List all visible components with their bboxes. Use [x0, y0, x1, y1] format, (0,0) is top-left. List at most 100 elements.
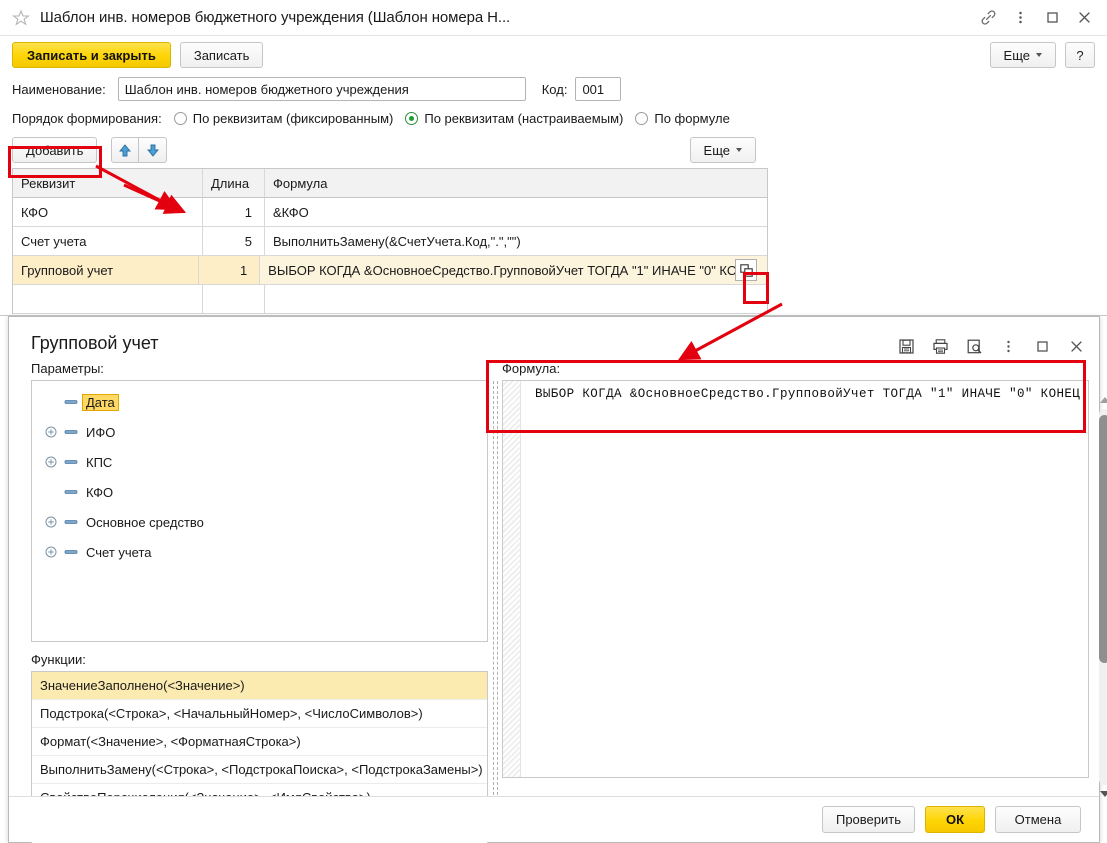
parameter-marker-icon: [60, 425, 82, 439]
link-icon[interactable]: [979, 9, 997, 27]
name-row: Наименование: Код:: [0, 74, 1107, 104]
dialog-body: Параметры: Дата ИФО КПС КФО Основное сре…: [9, 355, 1107, 843]
scroll-up-icon[interactable]: [1100, 397, 1107, 403]
column-header-requisite: Реквизит: [13, 169, 203, 197]
radio-label: По реквизитам (фиксированным): [192, 110, 394, 126]
dialog-footer: Проверить ОК Отмена: [9, 796, 1099, 842]
code-label: Код:: [541, 81, 568, 97]
maximize-icon[interactable]: [1033, 337, 1051, 355]
table-row[interactable]: Счет учета 5 ВыполнитьЗамену(&СчетУчета.…: [13, 227, 767, 256]
expand-plus-icon[interactable]: [42, 426, 60, 438]
list-item[interactable]: Подстрока(<Строка>, <НачальныйНомер>, <Ч…: [32, 700, 487, 728]
tree-item-data[interactable]: Дата: [32, 387, 487, 417]
name-input[interactable]: [117, 77, 526, 101]
print-preview-icon[interactable]: [965, 337, 983, 355]
radio-label: По реквизитам (настраиваемым): [424, 110, 624, 126]
radio-by-requisites-fixed[interactable]: По реквизитам (фиксированным): [173, 110, 394, 126]
expand-plus-icon[interactable]: [42, 546, 60, 558]
help-button[interactable]: ?: [1065, 42, 1095, 68]
tree-item-account[interactable]: Счет учета: [32, 537, 487, 567]
cell-formula-text: ВЫБОР КОГДА &ОсновноеСредство.ГрупповойУ…: [268, 262, 736, 278]
order-row: Порядок формирования: По реквизитам (фик…: [0, 104, 1107, 132]
cell-requisite: КФО: [13, 198, 203, 226]
formula-label: Формула:: [502, 361, 561, 376]
tree-item-kps[interactable]: КПС: [32, 447, 487, 477]
chevron-down-icon: [736, 148, 742, 152]
tree-item-fixed-asset[interactable]: Основное средство: [32, 507, 487, 537]
radio-dot: [405, 111, 419, 125]
scrollbar-thumb[interactable]: [1099, 415, 1107, 663]
table-header-row: Реквизит Длина Формула: [13, 169, 767, 198]
pane-splitter[interactable]: [488, 355, 502, 799]
formula-editor-dialog: Групповой учет Параметры: Дата ИФО КПС К…: [8, 316, 1107, 843]
functions-label: Функции:: [31, 652, 86, 667]
radio-dot: [635, 111, 649, 125]
kebab-menu-icon[interactable]: [999, 337, 1017, 355]
page-title: Шаблон инв. номеров бюджетного учреждени…: [40, 9, 511, 26]
chevron-down-icon: [1036, 53, 1042, 57]
table-row-selected[interactable]: Групповой учет 1 ВЫБОР КОГДА &ОсновноеСр…: [13, 256, 768, 285]
maximize-icon[interactable]: [1043, 9, 1061, 27]
table-toolbar: Добавить Еще: [0, 132, 1107, 168]
editor-gutter: [503, 381, 521, 777]
cell-requisite: [13, 285, 203, 313]
formula-scrollbar[interactable]: [1097, 395, 1107, 799]
more-menu-button[interactable]: Еще: [989, 42, 1056, 68]
arrow-up-icon[interactable]: [111, 137, 140, 163]
save-and-close-button[interactable]: Записать и закрыть: [12, 42, 171, 68]
tree-item-kfo[interactable]: КФО: [32, 477, 487, 507]
save-button[interactable]: Записать: [179, 42, 264, 68]
parameters-pane: Параметры: Дата ИФО КПС КФО Основное сре…: [31, 355, 488, 843]
save-floppy-icon[interactable]: [897, 337, 915, 355]
table-more-menu-button[interactable]: Еще: [689, 137, 756, 163]
check-button[interactable]: Проверить: [821, 806, 915, 833]
star-icon[interactable]: [11, 9, 31, 27]
print-icon[interactable]: [931, 337, 949, 355]
expand-plus-icon[interactable]: [42, 516, 60, 528]
order-label: Порядок формирования:: [12, 110, 162, 126]
radio-by-formula[interactable]: По формуле: [635, 110, 730, 126]
cell-formula: &КФО: [273, 204, 309, 220]
main-window: Шаблон инв. номеров бюджетного учреждени…: [0, 0, 1107, 316]
close-icon[interactable]: [1067, 337, 1085, 355]
list-item[interactable]: ЗначениеЗаполнено(<Значение>): [32, 672, 487, 700]
cancel-button[interactable]: Отмена: [995, 806, 1081, 833]
tree-item-label: Дата: [82, 393, 119, 411]
list-item[interactable]: Формат(<Значение>, <ФорматнаяСтрока>): [32, 728, 487, 756]
formula-pane: Формула: ВЫБОР КОГДА &ОсновноеСредство.Г…: [502, 355, 1107, 799]
window-controls: [979, 9, 1107, 27]
cell-requisite: Групповой учет: [13, 256, 200, 284]
column-header-formula: Формула: [273, 175, 328, 191]
radio-by-requisites-custom[interactable]: По реквизитам (настраиваемым): [405, 111, 623, 126]
tree-item-ifo[interactable]: ИФО: [32, 417, 487, 447]
kebab-menu-icon[interactable]: [1011, 9, 1029, 27]
scroll-down-icon[interactable]: [1100, 791, 1107, 797]
radio-dot: [173, 111, 187, 125]
cell-formula: ВЫБОР КОГДА &ОсновноеСредство.ГрупповойУ…: [260, 256, 768, 284]
formula-input[interactable]: ВЫБОР КОГДА &ОсновноеСредство.ГрупповойУ…: [521, 381, 1088, 777]
tree-item-label: Счет учета: [86, 544, 152, 560]
parameters-tree[interactable]: Дата ИФО КПС КФО Основное средство Счет …: [31, 380, 488, 642]
more-menu-label: Еще: [1003, 47, 1030, 63]
add-row-button[interactable]: Добавить: [12, 137, 98, 163]
name-label: Наименование:: [12, 81, 106, 97]
code-input[interactable]: [575, 77, 622, 101]
radio-label: По формуле: [654, 110, 730, 126]
parameter-marker-icon: [60, 515, 82, 529]
dialog-header: Групповой учет: [9, 317, 1099, 355]
cell-formula: [265, 285, 767, 313]
close-icon[interactable]: [1075, 9, 1093, 27]
command-bar: Записать и закрыть Записать Еще ?: [0, 36, 1107, 74]
expand-plus-icon[interactable]: [42, 456, 60, 468]
cell-length: [203, 285, 265, 313]
dialog-window-controls: [897, 333, 1085, 355]
formula-editor[interactable]: ВЫБОР КОГДА &ОсновноеСредство.ГрупповойУ…: [502, 380, 1090, 778]
list-item[interactable]: ВыполнитьЗамену(<Строка>, <ПодстрокаПоис…: [32, 756, 487, 784]
ok-button[interactable]: ОК: [925, 806, 985, 833]
table-row[interactable]: КФО 1 &КФО: [13, 198, 767, 227]
table-row-empty[interactable]: [13, 285, 767, 314]
parameter-marker-icon: [60, 395, 82, 409]
open-value-icon[interactable]: [735, 259, 758, 281]
cell-length: 1: [199, 256, 261, 284]
arrow-down-icon[interactable]: [139, 137, 168, 163]
